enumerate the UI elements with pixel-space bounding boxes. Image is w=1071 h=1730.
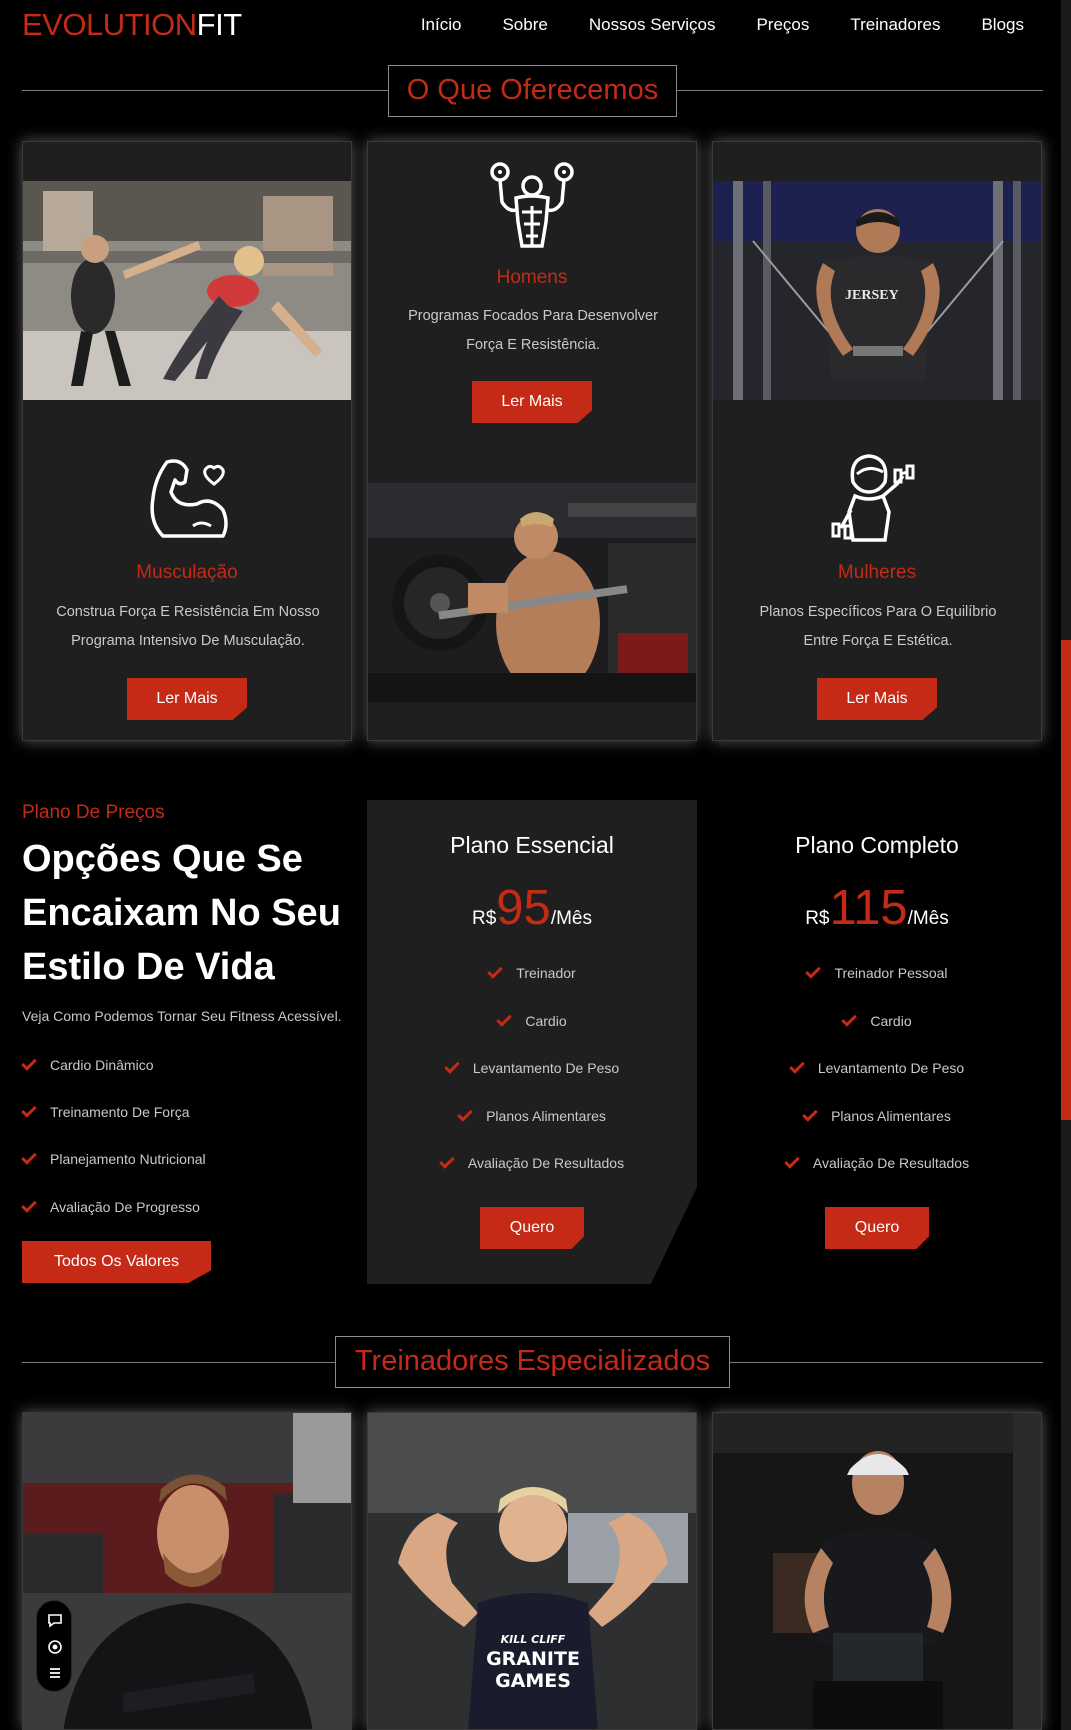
shirt-text-2: GRANITE: [486, 1648, 580, 1670]
trainer-card-1[interactable]: [22, 1412, 352, 1730]
ler-mais-button[interactable]: Ler Mais: [127, 678, 247, 720]
plan-feature: Avaliação De Resultados: [367, 1153, 697, 1171]
service-description: Planos Específicos Para O Equilíbrio Ent…: [759, 604, 997, 649]
trainer-card-2[interactable]: KILL CLIFF GRANITE GAMES: [367, 1412, 697, 1730]
nav-blogs[interactable]: Blogs: [981, 14, 1024, 36]
plan-completo-card: Plano Completo R$115/Mês Treinador Pesso…: [712, 800, 1042, 1284]
scrollbar-thumb[interactable]: [1061, 640, 1071, 1120]
plan-feature: Planos Alimentares: [367, 1106, 697, 1124]
trainers-section-title: Treinadores Especializados: [335, 1336, 730, 1388]
bodybuilder-icon: [490, 162, 574, 248]
pricing-feature: Planejamento Nutricional: [21, 1149, 206, 1167]
check-icon: [496, 1011, 513, 1027]
ler-mais-button[interactable]: Ler Mais: [817, 678, 937, 720]
main-nav: Início Sobre Nossos Serviços Preços Trei…: [380, 14, 1024, 36]
plan-feature: Levantamento De Peso: [712, 1058, 1042, 1076]
nav-sobre[interactable]: Sobre: [502, 14, 547, 36]
pricing-subtitle: Veja Como Podemos Tornar Seu Fitness Ace…: [22, 1008, 342, 1024]
floating-widget: [36, 1600, 72, 1692]
quero-button[interactable]: Quero: [825, 1207, 929, 1249]
nav-precos[interactable]: Preços: [756, 14, 809, 36]
plan-essencial-card: Plano Essencial R$95/Mês Treinador Cardi…: [367, 800, 697, 1284]
pricing-heading: Opções Que Se Encaixam No Seu Estilo De …: [22, 838, 341, 988]
services-section-title: O Que Oferecemos: [388, 65, 677, 117]
plan-name: Plano Completo: [795, 832, 959, 858]
service-card-mulheres: JERSEY Mulheres Planos Específicos Para …: [712, 141, 1042, 741]
photo-women-high-five: [23, 181, 351, 400]
ler-mais-button[interactable]: Ler Mais: [472, 381, 592, 423]
trainer-photo-man-cap: [713, 1413, 1041, 1729]
check-icon: [444, 1058, 460, 1074]
check-icon: [789, 1058, 805, 1074]
service-card-homens: Homens Programas Focados Para Desenvolve…: [367, 141, 697, 741]
plan-name: Plano Essencial: [450, 832, 614, 858]
bicep-heart-icon: [150, 459, 228, 538]
nav-inicio[interactable]: Início: [421, 14, 462, 36]
check-icon: [487, 963, 504, 979]
check-icon: [802, 1106, 818, 1122]
nav-treinadores[interactable]: Treinadores: [850, 14, 940, 36]
brand-logo[interactable]: EVOLUTIONFIT: [22, 8, 242, 42]
check-icon: [805, 963, 822, 979]
quero-button[interactable]: Quero: [480, 1207, 584, 1249]
shirt-text-3: GAMES: [495, 1670, 571, 1692]
site-header: EVOLUTIONFIT Início Sobre Nossos Serviço…: [0, 0, 1071, 50]
service-description: Programas Focados Para Desenvolver Força…: [408, 308, 658, 353]
plan-feature: Treinador Pessoal: [712, 963, 1042, 981]
nav-servicos[interactable]: Nossos Serviços: [589, 14, 716, 36]
menu-icon[interactable]: [46, 1664, 64, 1682]
jersey-shirt-text: JERSEY: [845, 288, 899, 303]
check-icon: [21, 1055, 37, 1071]
plan-feature: Levantamento De Peso: [367, 1058, 697, 1076]
check-icon: [457, 1106, 473, 1122]
plan-feature: Avaliação De Resultados: [712, 1153, 1042, 1171]
service-title: Mulheres: [837, 562, 917, 583]
woman-dumbbell-icon: [831, 454, 915, 542]
contrast-icon[interactable]: [46, 1638, 64, 1656]
service-title: Musculação: [136, 562, 238, 583]
plan-feature: Cardio: [367, 1011, 697, 1029]
plan-feature: Cardio: [712, 1011, 1042, 1029]
check-icon: [21, 1102, 37, 1118]
photo-man-cable-crossover: JERSEY: [713, 181, 1041, 400]
pricing-feature: Avaliação De Progresso: [21, 1197, 200, 1215]
plan-feature: Planos Alimentares: [712, 1106, 1042, 1124]
todos-os-valores-button[interactable]: Todos Os Valores: [22, 1241, 211, 1283]
check-icon: [439, 1153, 455, 1169]
service-description: Construa Força E Resistência Em Nosso Pr…: [56, 604, 320, 649]
check-icon: [21, 1197, 37, 1213]
check-icon: [21, 1149, 37, 1165]
pricing-kicker: Plano De Preços: [22, 802, 165, 823]
chat-icon[interactable]: [46, 1611, 64, 1629]
plan-price: R$115/Mês: [805, 881, 949, 935]
trainer-card-3[interactable]: [712, 1412, 1042, 1730]
trainer-photo-woman-flexing: KILL CLIFF GRANITE GAMES: [368, 1413, 696, 1729]
plan-price: R$95/Mês: [472, 881, 592, 935]
pricing-feature: Treinamento De Força: [21, 1102, 190, 1120]
check-icon: [784, 1153, 800, 1169]
plan-feature: Treinador: [367, 963, 697, 981]
shirt-text-1: KILL CLIFF: [501, 1633, 566, 1646]
pricing-feature: Cardio Dinâmico: [21, 1055, 153, 1073]
photo-man-barbell-curl: [368, 483, 696, 702]
trainer-photo-bearded-man: [23, 1413, 351, 1729]
service-title: Homens: [496, 267, 568, 288]
service-card-musculacao: Musculação Construa Força E Resistência …: [22, 141, 352, 741]
check-icon: [841, 1011, 858, 1027]
